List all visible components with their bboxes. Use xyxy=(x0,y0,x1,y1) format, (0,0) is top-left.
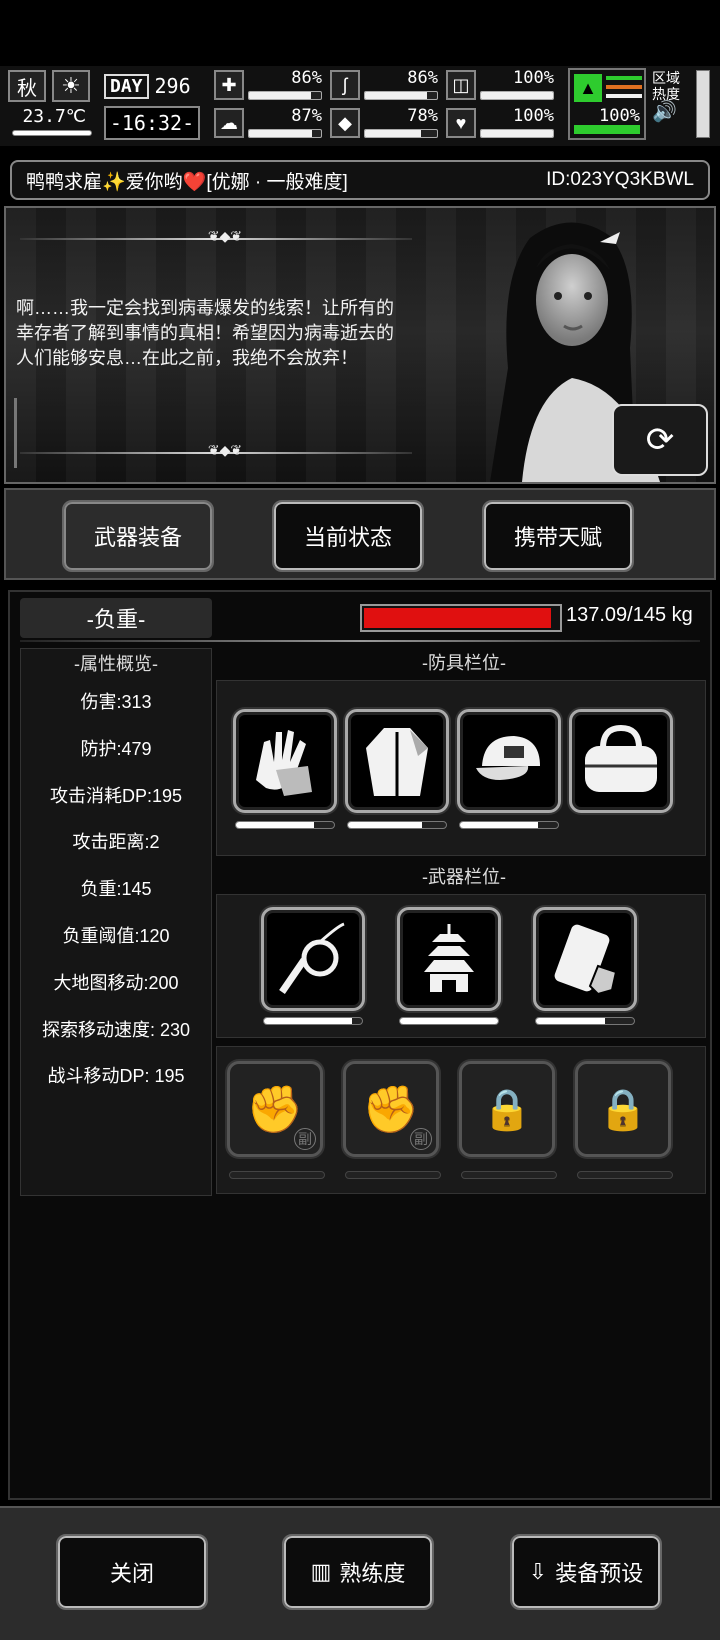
gloves-icon xyxy=(256,730,312,796)
thermometer-icon xyxy=(12,130,92,136)
medkit-icon: ✚ xyxy=(214,70,244,100)
equipment-preset-button[interactable]: ⇩ 装备预设 xyxy=(510,1534,662,1610)
season-badge: 秋 xyxy=(8,70,46,102)
attribute-map-movement: 大地图移动:200 xyxy=(53,972,179,993)
dialog-text: 啊……我一定会找到病毒爆发的线索！让所有的幸存者了解到事情的真相！希望因为病毒逝… xyxy=(16,298,394,368)
lock-icon: 🔒 xyxy=(598,1087,648,1132)
load-bar xyxy=(360,604,562,632)
attribute-load: 负重:145 xyxy=(80,879,152,900)
player-info-bar: 鸭鸭求雇✨爱你哟❤️[优娜 · 一般难度] ID:023YQ3KBWL xyxy=(10,160,710,200)
health-stat[interactable]: ✚ 86% xyxy=(214,68,322,102)
weapon-slot-shield-pack[interactable] xyxy=(533,907,637,1011)
heart-icon: ♥ xyxy=(446,108,476,138)
auxiliary-slots: ✊ 副 ✊ 副 🔒 🔒 xyxy=(216,1046,706,1194)
durability-bar xyxy=(459,821,559,829)
armor-slot-bag[interactable] xyxy=(569,709,673,813)
tab-current-status[interactable]: 当前状态 xyxy=(272,500,424,572)
weapon-slot-pagoda[interactable] xyxy=(397,907,501,1011)
bag-icon xyxy=(585,724,657,792)
stomach-icon: ʃ xyxy=(330,70,360,100)
weapon-slots xyxy=(216,894,706,1038)
thirst-stat[interactable]: ◆ 78% xyxy=(330,106,438,140)
attribute-overview-header: -属性概览- xyxy=(74,654,158,674)
close-button[interactable]: 关闭 xyxy=(56,1534,208,1610)
cloak-icon xyxy=(366,728,428,796)
whip-icon xyxy=(279,922,345,994)
tab-weapons-equipment[interactable]: 武器装备 xyxy=(62,500,214,572)
stamina-percent: 100% xyxy=(599,106,640,126)
region-heat[interactable]: 区域热度 🔊 xyxy=(652,70,712,140)
hunger-stat[interactable]: ʃ 86% xyxy=(330,68,438,102)
brain-icon: ☁ xyxy=(214,108,244,138)
mood-stat[interactable]: ♥ 100% xyxy=(446,106,554,140)
auxiliary-slot-1[interactable]: ✊ 副 xyxy=(227,1061,323,1157)
cap-icon xyxy=(476,736,540,780)
durability-bar xyxy=(347,821,447,829)
weapon-slots-header: -武器栏位- xyxy=(422,867,506,887)
bottom-action-bar: 关闭 ▥ 熟练度 ⇩ 装备预设 xyxy=(0,1506,720,1640)
lock-icon: 🔒 xyxy=(482,1087,532,1132)
attribute-battle-move-dp: 战斗移动DP: 195 xyxy=(47,1066,185,1087)
water-drop-icon: ◆ xyxy=(330,108,360,138)
change-outfit-button[interactable]: ⟳ xyxy=(612,404,708,476)
attribute-attack-range: 攻击距离:2 xyxy=(72,832,160,853)
armor-slot-cap[interactable] xyxy=(457,709,561,813)
tab-carried-talents[interactable]: 携带天赋 xyxy=(482,500,634,572)
equipment-panel: -负重- 137.09/145 kg -属性概览- 伤害:313 防护:479 … xyxy=(8,590,712,1500)
fist-icon: ✊ xyxy=(246,1082,304,1135)
game-clock: -16:32- xyxy=(104,106,200,140)
attribute-damage: 伤害:313 xyxy=(80,692,152,712)
load-value: 137.09/145 kg xyxy=(566,604,693,626)
proficiency-icon: ▥ xyxy=(310,1559,332,1584)
armor-slot-cloak[interactable] xyxy=(345,709,449,813)
armor-slots-header: -防具栏位- xyxy=(422,653,506,673)
ornament-divider-top: ❦◆❦ xyxy=(20,228,412,246)
dialog-scrollbar[interactable] xyxy=(14,398,17,468)
character-dialog: ❦◆❦ 啊……我一定会找到病毒爆发的线索！让所有的幸存者了解到事情的真相！希望因… xyxy=(4,206,716,484)
temperature-gauge: 23.7℃ xyxy=(8,106,92,140)
temperature-value: 23.7℃ xyxy=(22,106,86,127)
attribute-load-threshold: 负重阈值:120 xyxy=(62,925,170,946)
attribute-attack-dp: 攻击消耗DP:195 xyxy=(49,785,183,806)
durability-bar xyxy=(535,1017,635,1025)
equipment-tabs: 武器装备 当前状态 携带天赋 xyxy=(4,488,716,580)
armor-slots xyxy=(216,680,706,856)
attribute-overview: -属性概览- 伤害:313 防护:479 攻击消耗DP:195 攻击距离:2 负… xyxy=(20,648,212,1196)
preset-icon: ⇩ xyxy=(528,1559,548,1584)
durability-bar xyxy=(235,821,335,829)
player-id: ID:023YQ3KBWL xyxy=(546,169,694,190)
day-counter: DAY 296 xyxy=(104,70,200,102)
pagoda-icon xyxy=(424,924,474,992)
durability-bar xyxy=(399,1017,499,1025)
region-heat-meter xyxy=(696,70,710,138)
stamina-panel[interactable]: ▲ 100% xyxy=(568,68,646,140)
day-number: 296 xyxy=(154,74,191,98)
outfit-swap-icon: ⟳ xyxy=(645,421,675,459)
proficiency-button[interactable]: ▥ 熟练度 xyxy=(282,1534,434,1610)
region-heat-label: 区域热度 xyxy=(652,70,680,102)
auxiliary-slot-2[interactable]: ✊ 副 xyxy=(343,1061,439,1157)
load-title: -负重- xyxy=(20,598,212,638)
shield-pack-icon xyxy=(554,924,618,996)
armor-slot-gloves[interactable] xyxy=(233,709,337,813)
durability-bar xyxy=(263,1017,363,1025)
medicine-stat[interactable]: ◫ 100% xyxy=(446,68,554,102)
auxiliary-slot-4-locked[interactable]: 🔒 xyxy=(575,1061,671,1157)
fist-icon: ✊ xyxy=(362,1082,420,1135)
status-bar: 秋 ☀ 23.7℃ DAY 296 -16:32- ✚ 86% ʃ 86% ◫ … xyxy=(0,66,720,146)
attribute-explore-speed: 探索移动速度: 230 xyxy=(41,1019,191,1040)
sanity-stat[interactable]: ☁ 87% xyxy=(214,106,322,140)
weapon-slot-whip[interactable] xyxy=(261,907,365,1011)
boot-icon: ▲ xyxy=(574,74,602,102)
ornament-divider-bottom: ❦◆❦ xyxy=(20,442,412,460)
pill-icon: ◫ xyxy=(446,70,476,100)
attribute-defense: 防护:479 xyxy=(80,738,152,759)
day-label: DAY xyxy=(104,73,149,99)
sun-weather-icon: ☀ xyxy=(52,70,90,102)
player-name: 鸭鸭求雇✨爱你哟❤️[优娜 · 一般难度] xyxy=(26,171,348,193)
auxiliary-slot-3-locked[interactable]: 🔒 xyxy=(459,1061,555,1157)
